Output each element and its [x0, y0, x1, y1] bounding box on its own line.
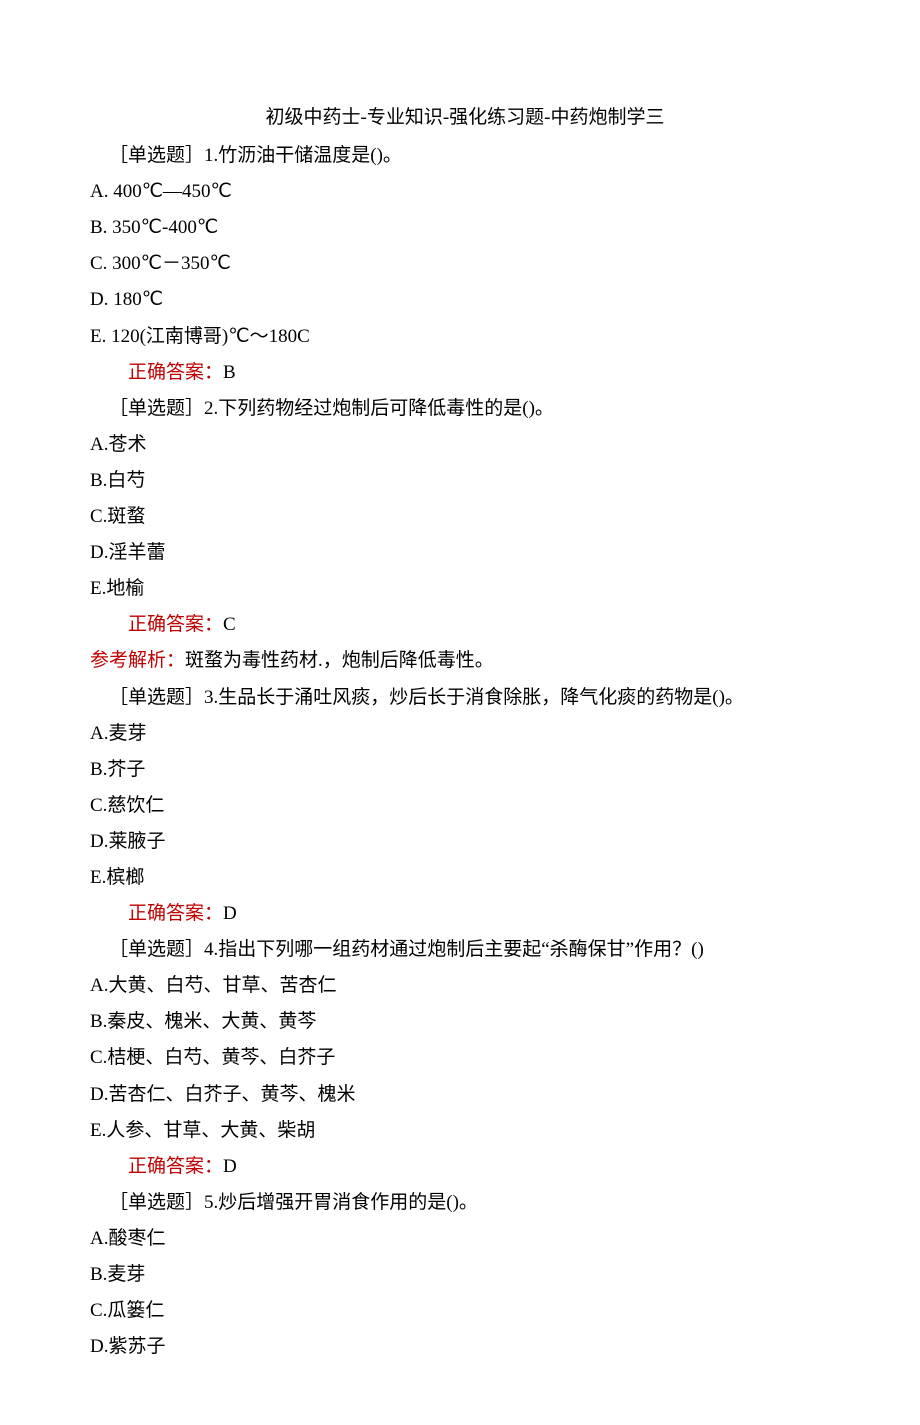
answer-label: 正确答案：: [128, 362, 223, 383]
answer-line: 正确答案：D: [128, 896, 840, 932]
question-stem: ［单选题］4.指出下列哪一组药材通过炮制后主要起“杀酶保甘”作用？(): [90, 932, 840, 968]
question-option: D.莱腋子: [90, 824, 840, 860]
question-option: E.地榆: [90, 571, 840, 607]
explanation-text: 斑蝥为毒性药材.，炮制后降低毒性。: [185, 650, 494, 671]
question-stem: ［单选题］1.竹沥油干储温度是()。: [90, 138, 840, 174]
question-option: E.人参、甘草、大黄、柴胡: [90, 1113, 840, 1149]
document-title: 初级中药士-专业知识-强化练习题-中药炮制学三: [90, 100, 840, 136]
question-option: C.慈饮仁: [90, 788, 840, 824]
answer-label: 正确答案：: [128, 614, 223, 635]
question-option: C.瓜篓仁: [90, 1293, 840, 1329]
question-option: C.斑蝥: [90, 499, 840, 535]
question-option: C. 300℃－350℃: [90, 246, 840, 282]
answer-value: C: [223, 614, 236, 635]
answer-label: 正确答案：: [128, 903, 223, 924]
question-stem: ［单选题］2.下列药物经过炮制后可降低毒性的是()。: [90, 391, 840, 427]
question-option: C.桔梗、白芍、黄芩、白芥子: [90, 1040, 840, 1076]
answer-value: D: [223, 1156, 237, 1177]
question-option: D.紫苏子: [90, 1329, 840, 1365]
explanation-line: 参考解析：斑蝥为毒性药材.，炮制后降低毒性。: [90, 643, 840, 679]
question-option: B. 350℃-400℃: [90, 210, 840, 246]
question-option: B.麦芽: [90, 1257, 840, 1293]
answer-line: 正确答案：B: [128, 355, 840, 391]
explanation-label: 参考解析：: [90, 650, 185, 671]
question-option: A. 400℃—450℃: [90, 174, 840, 210]
question-option: D.淫羊蕾: [90, 535, 840, 571]
answer-line: 正确答案：D: [128, 1149, 840, 1185]
question-stem: ［单选题］5.炒后增强开胃消食作用的是()。: [90, 1185, 840, 1221]
question-option: B.芥子: [90, 752, 840, 788]
question-option: A.大黄、白芍、甘草、苦杏仁: [90, 968, 840, 1004]
question-option: B.秦皮、槐米、大黄、黄芩: [90, 1004, 840, 1040]
question-option: B.白芍: [90, 463, 840, 499]
answer-line: 正确答案：C: [128, 607, 840, 643]
question-option: A.苍术: [90, 427, 840, 463]
question-option: D.苦杏仁、白芥子、黄芩、槐米: [90, 1077, 840, 1113]
answer-value: B: [223, 362, 236, 383]
question-option: E. 120(江南博哥)℃～180C: [90, 319, 840, 355]
question-option: A.麦芽: [90, 716, 840, 752]
answer-label: 正确答案：: [128, 1156, 223, 1177]
question-option: A.酸枣仁: [90, 1221, 840, 1257]
question-option: D. 180℃: [90, 282, 840, 318]
answer-value: D: [223, 903, 237, 924]
question-stem: ［单选题］3.生品长于涌吐风痰，炒后长于消食除胀，降气化痰的药物是()。: [90, 680, 840, 716]
question-option: E.槟榔: [90, 860, 840, 896]
